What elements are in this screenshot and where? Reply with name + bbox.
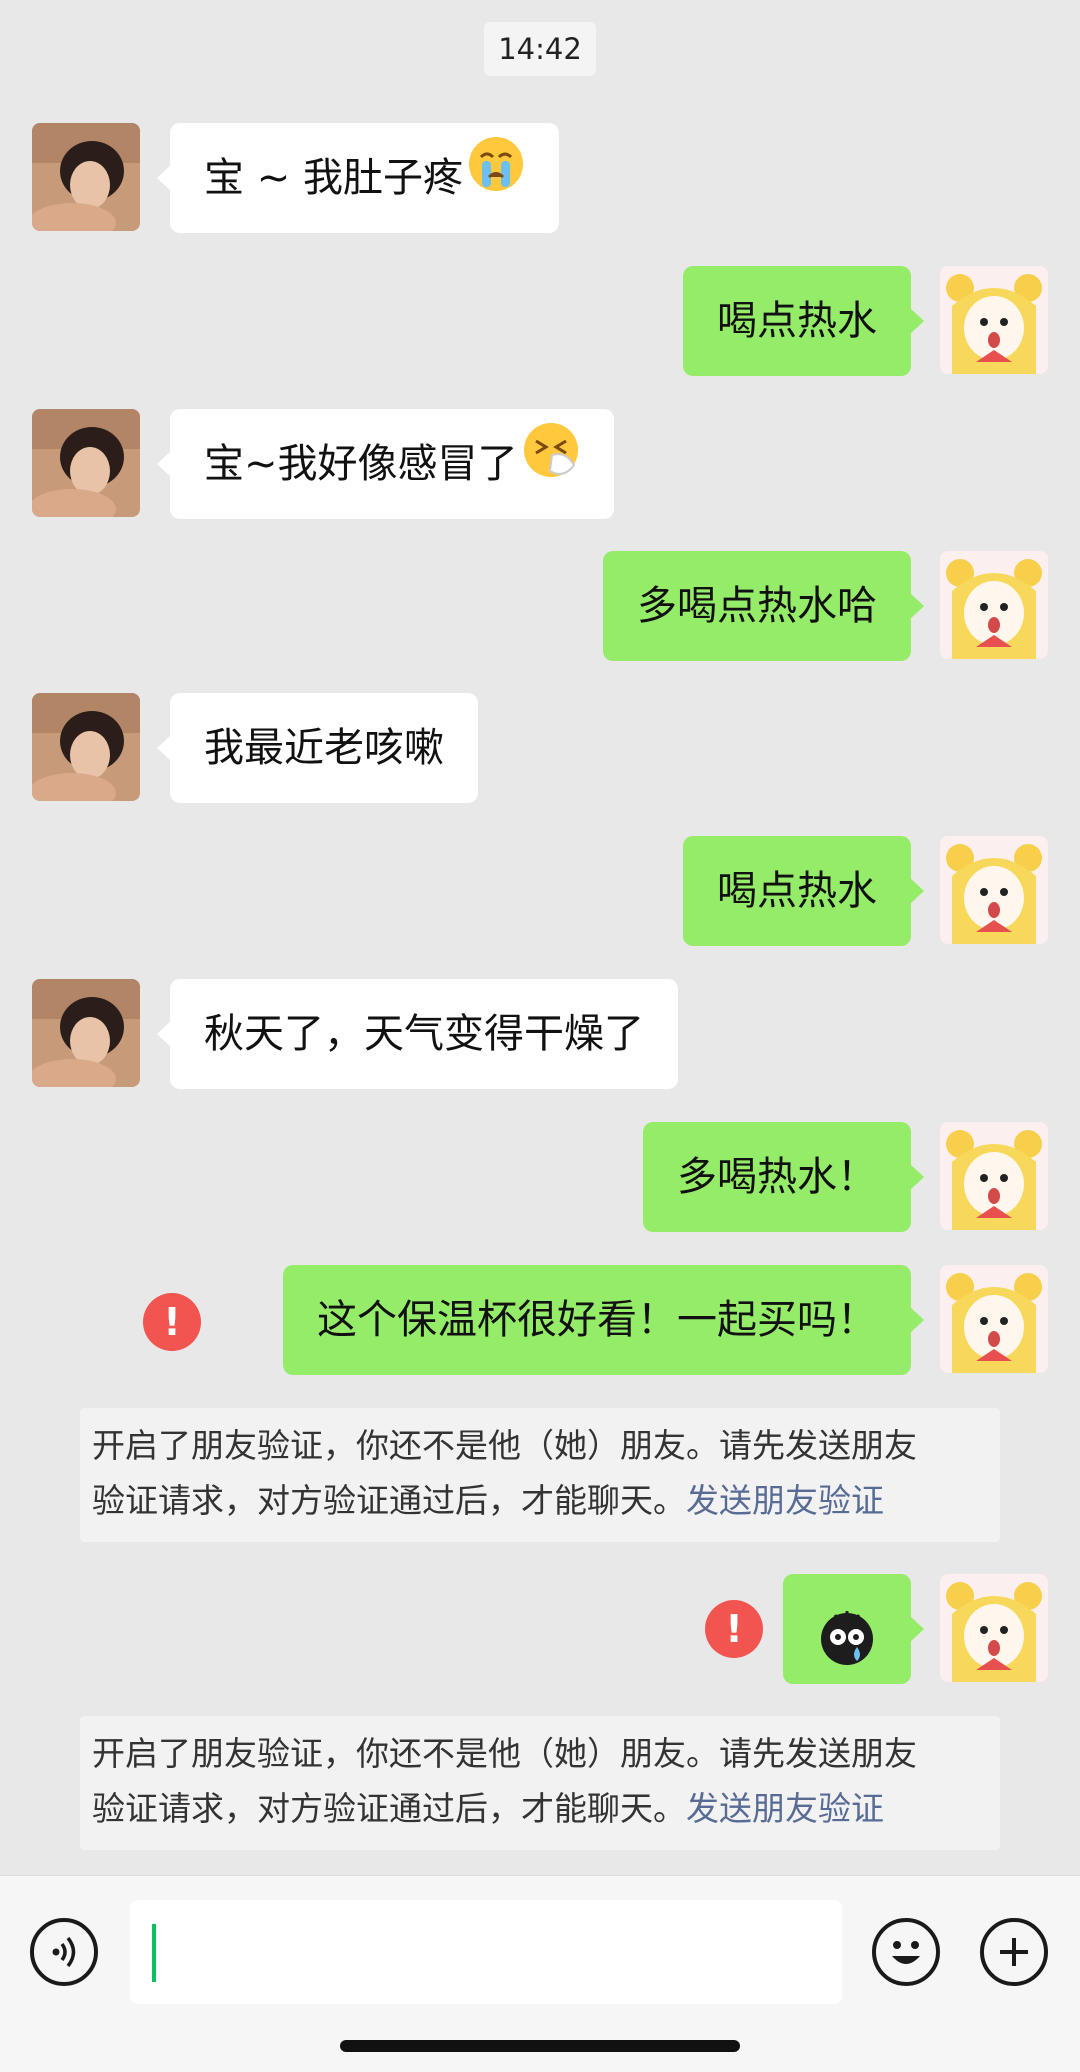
my-avatar[interactable] bbox=[940, 551, 1048, 659]
home-indicator[interactable] bbox=[340, 2040, 740, 2052]
more-button[interactable] bbox=[980, 1918, 1048, 1986]
message-bubble-outgoing[interactable]: 喝点热水 bbox=[683, 266, 924, 376]
my-avatar[interactable] bbox=[940, 1574, 1048, 1682]
system-notice: 开启了朋友验证，你还不是他（她）朋友。请先发送朋友 验证请求，对方验证通过后，才… bbox=[80, 1716, 1000, 1850]
plus-icon bbox=[984, 1922, 1044, 1986]
message-bubble-incoming[interactable]: 宝~我好像感冒了 bbox=[157, 409, 614, 521]
send-friend-request-link[interactable]: 发送朋友验证 bbox=[686, 1789, 884, 1828]
message-text: 这个保温杯很好看！一起买吗！ bbox=[317, 1297, 877, 1343]
notice-line: 验证请求，对方验证通过后，才能聊天。 bbox=[92, 1789, 686, 1828]
send-failed-icon[interactable]: ! bbox=[143, 1293, 201, 1351]
emoji-icon bbox=[876, 1922, 936, 1986]
message-bubble-outgoing[interactable]: 这个保温杯很好看！一起买吗！ bbox=[283, 1265, 924, 1375]
timestamp: 14:42 bbox=[484, 22, 596, 76]
contact-avatar[interactable] bbox=[32, 123, 140, 231]
message-text: 多喝热水！ bbox=[677, 1154, 877, 1200]
notice-line: 开启了朋友验证，你还不是他（她）朋友。请先发送朋友 bbox=[92, 1734, 917, 1773]
contact-avatar[interactable] bbox=[32, 979, 140, 1087]
voice-button[interactable] bbox=[30, 1918, 98, 1986]
sneezing-face-icon bbox=[522, 411, 580, 521]
dizzy-sticker-icon bbox=[817, 1599, 877, 1709]
notice-line: 验证请求，对方验证通过后，才能聊天。 bbox=[92, 1481, 686, 1520]
my-avatar[interactable] bbox=[940, 1265, 1048, 1373]
contact-avatar[interactable] bbox=[32, 693, 140, 801]
my-avatar[interactable] bbox=[940, 1122, 1048, 1230]
send-friend-request-link[interactable]: 发送朋友验证 bbox=[686, 1481, 884, 1520]
crying-face-icon bbox=[467, 125, 525, 235]
text-caret bbox=[152, 1924, 156, 1982]
message-bubble-incoming[interactable]: 我最近老咳嗽 bbox=[157, 693, 478, 803]
message-text: 宝 ~ 我肚子疼 bbox=[204, 155, 463, 201]
message-text: 多喝点热水哈 bbox=[637, 583, 877, 629]
send-failed-icon[interactable]: ! bbox=[705, 1600, 763, 1658]
input-bar bbox=[0, 1875, 1080, 2072]
my-avatar[interactable] bbox=[940, 266, 1048, 374]
message-bubble-outgoing[interactable]: 多喝热水！ bbox=[643, 1122, 924, 1232]
chat-area[interactable]: 14:42 宝 ~ 我肚子疼 喝点热水 宝~我好像感冒了 多喝点热水哈 我最近老… bbox=[0, 0, 1080, 1875]
message-text: 宝~我好像感冒了 bbox=[204, 441, 518, 487]
my-avatar[interactable] bbox=[940, 836, 1048, 944]
message-text: 喝点热水 bbox=[717, 298, 877, 344]
message-input[interactable] bbox=[130, 1900, 842, 2004]
notice-line: 开启了朋友验证，你还不是他（她）朋友。请先发送朋友 bbox=[92, 1426, 917, 1465]
message-bubble-incoming[interactable]: 秋天了，天气变得干燥了 bbox=[157, 979, 678, 1089]
message-bubble-outgoing[interactable]: 喝点热水 bbox=[683, 836, 924, 946]
system-notice: 开启了朋友验证，你还不是他（她）朋友。请先发送朋友 验证请求，对方验证通过后，才… bbox=[80, 1408, 1000, 1542]
contact-avatar[interactable] bbox=[32, 409, 140, 517]
message-text: 秋天了，天气变得干燥了 bbox=[204, 1011, 644, 1057]
message-bubble-incoming[interactable]: 宝 ~ 我肚子疼 bbox=[157, 123, 559, 235]
message-bubble-outgoing[interactable]: 多喝点热水哈 bbox=[603, 551, 924, 661]
message-text: 喝点热水 bbox=[717, 868, 877, 914]
message-bubble-outgoing[interactable] bbox=[783, 1574, 924, 1684]
voice-icon bbox=[34, 1922, 94, 1986]
message-text: 我最近老咳嗽 bbox=[204, 725, 444, 771]
emoji-button[interactable] bbox=[872, 1918, 940, 1986]
